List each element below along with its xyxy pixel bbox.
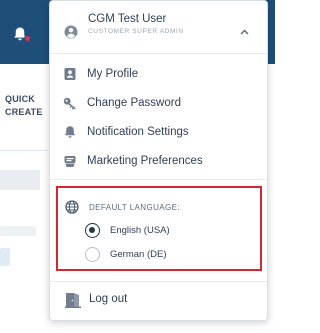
divider (50, 53, 267, 54)
megaphone-icon (62, 153, 78, 169)
notification-badge (24, 35, 31, 42)
menu-item-label: Notification Settings (87, 126, 189, 138)
language-option-english-usa[interactable]: English (USA) (85, 222, 255, 240)
radio-button-unselected[interactable] (85, 247, 100, 262)
bell-icon (62, 124, 78, 140)
default-language-heading: DEFAULT LANGUAGE: (89, 203, 180, 212)
quick-create-label-line2: CREATE (5, 107, 43, 117)
log-out-button[interactable]: Log out (50, 288, 267, 312)
profile-card-icon (62, 66, 78, 82)
menu-item-marketing-preferences[interactable]: Marketing Preferences (50, 148, 267, 174)
radio-label: English (USA) (110, 225, 170, 236)
language-option-german-de[interactable]: German (DE) (85, 246, 255, 264)
menu-item-notification-settings[interactable]: Notification Settings (50, 119, 267, 145)
radio-label: German (DE) (110, 249, 167, 260)
globe-icon (65, 200, 79, 214)
radio-button-selected[interactable] (85, 223, 100, 238)
chevron-up-icon[interactable] (240, 29, 249, 35)
log-out-label: Log out (89, 293, 128, 305)
menu-item-label: Change Password (87, 97, 181, 109)
user-menu-dropdown: CGM Test User CUSTOMER SUPER ADMIN My Pr… (49, 0, 268, 321)
menu-item-label: Marketing Preferences (87, 155, 203, 167)
quick-create-link[interactable]: QUICK CREATE (5, 93, 43, 119)
user-avatar-icon (64, 25, 78, 39)
menu-item-label: My Profile (87, 68, 139, 80)
quick-create-label-line1: QUICK (5, 94, 35, 104)
menu-item-my-profile[interactable]: My Profile (50, 61, 267, 87)
blurred-content (0, 226, 36, 236)
divider (0, 150, 48, 151)
divider (50, 179, 267, 180)
user-menu-header[interactable]: CGM Test User CUSTOMER SUPER ADMIN (50, 1, 267, 53)
user-name: CGM Test User (88, 13, 167, 25)
menu-item-change-password[interactable]: Change Password (50, 90, 267, 116)
divider (50, 281, 267, 282)
door-exit-icon (65, 293, 81, 308)
blurred-content (0, 170, 40, 190)
notifications-button[interactable] (10, 24, 31, 44)
key-icon (62, 95, 78, 111)
blurred-content (0, 248, 10, 266)
user-role: CUSTOMER SUPER ADMIN (88, 28, 184, 35)
default-language-section: DEFAULT LANGUAGE: English (USA) German (… (56, 186, 262, 271)
